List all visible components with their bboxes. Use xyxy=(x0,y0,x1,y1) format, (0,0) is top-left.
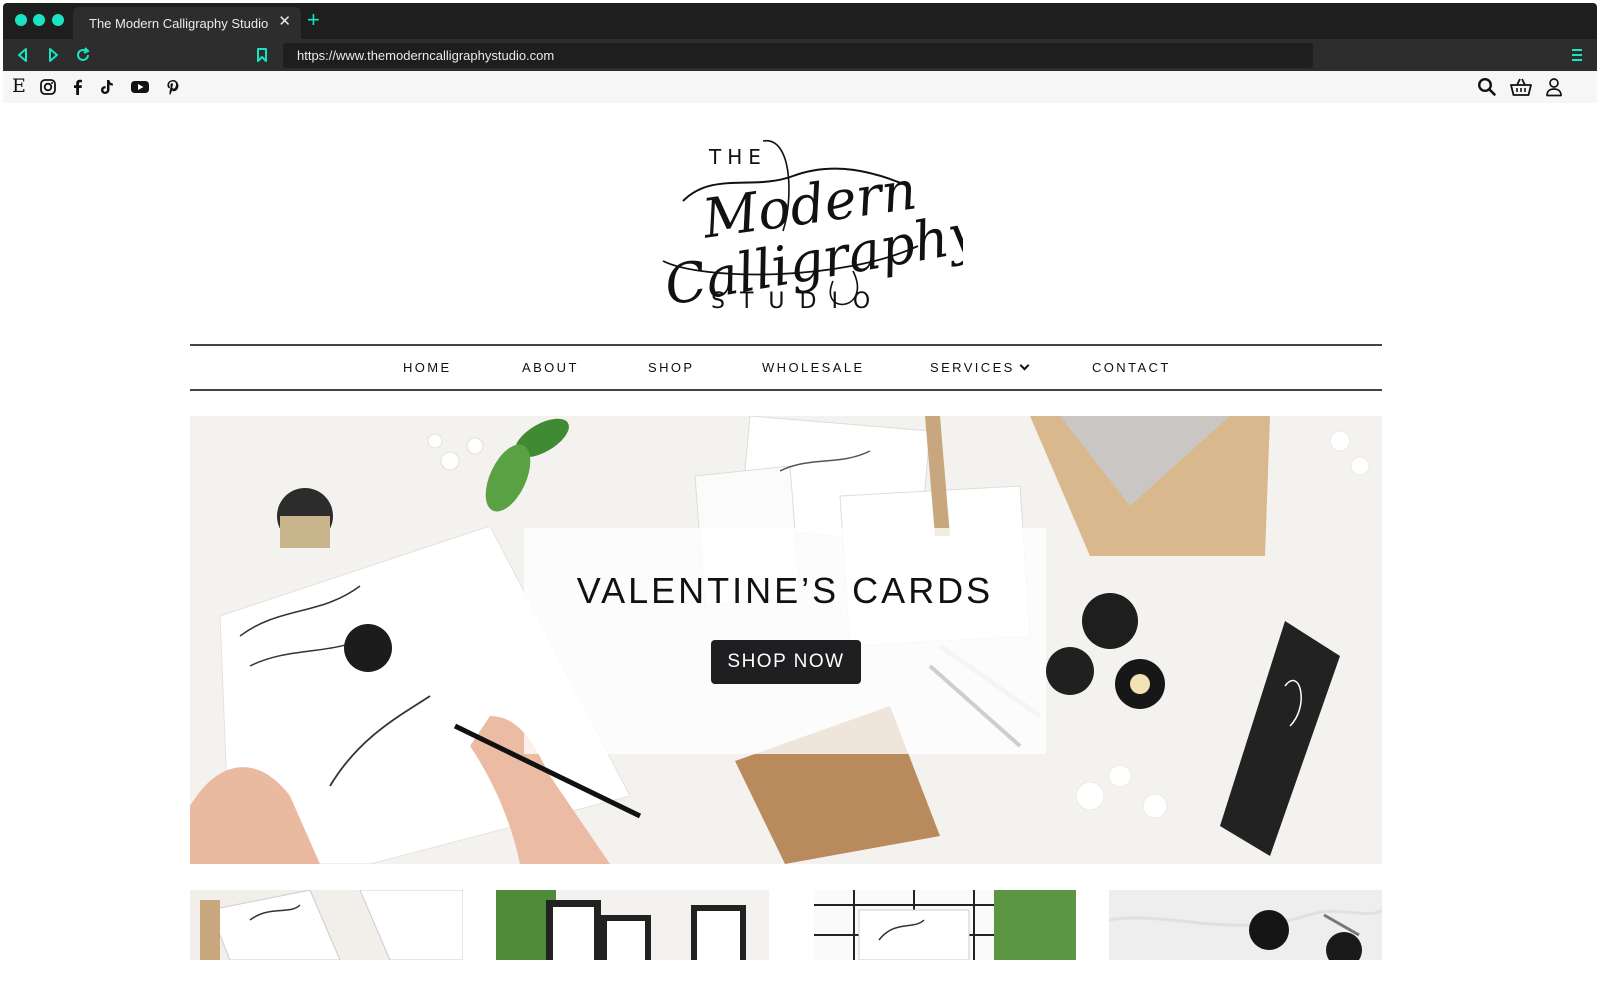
window-close-dot[interactable] xyxy=(15,14,27,26)
nav-services[interactable]: SERVICES xyxy=(930,360,1030,375)
product-image-2 xyxy=(496,890,769,960)
social-utility-bar: E xyxy=(3,71,1597,103)
browser-window: The Modern Calligraphy Studio ✕ + https:… xyxy=(3,3,1597,978)
nav-about[interactable]: ABOUT xyxy=(522,360,579,375)
nav-services-label: SERVICES xyxy=(930,360,1015,375)
product-thumb-1[interactable] xyxy=(190,890,463,960)
product-image-3 xyxy=(814,890,1076,960)
hero-banner[interactable]: VALENTINE’S CARDS SHOP NOW xyxy=(190,416,1382,864)
browser-toolbar: https://www.themoderncalligraphystudio.c… xyxy=(3,39,1597,71)
product-thumb-3[interactable] xyxy=(814,890,1076,960)
product-thumb-4[interactable] xyxy=(1109,890,1382,960)
forward-icon[interactable] xyxy=(44,46,62,64)
window-maximize-dot[interactable] xyxy=(52,14,64,26)
window-minimize-dot[interactable] xyxy=(33,14,45,26)
nav-shop[interactable]: SHOP xyxy=(648,360,694,375)
product-image-4 xyxy=(1109,890,1382,960)
shop-now-button[interactable]: SHOP NOW xyxy=(711,640,861,684)
facebook-icon[interactable] xyxy=(69,78,87,96)
site-logo[interactable]: THE Modern Calligraphy STUDIO xyxy=(643,131,963,321)
product-thumb-2[interactable] xyxy=(496,890,769,960)
basket-icon[interactable] xyxy=(1510,77,1532,97)
tab-close-icon[interactable]: ✕ xyxy=(278,14,291,30)
address-bar[interactable]: https://www.themoderncalligraphystudio.c… xyxy=(283,43,1313,68)
instagram-icon[interactable] xyxy=(39,78,57,96)
pinterest-icon[interactable] xyxy=(164,78,182,96)
browser-tab[interactable]: The Modern Calligraphy Studio ✕ xyxy=(73,7,301,39)
main-navigation: HOME ABOUT SHOP WHOLESALE SERVICES CONTA… xyxy=(190,344,1382,391)
hero-title: VALENTINE’S CARDS xyxy=(576,570,994,611)
browser-tab-bar: The Modern Calligraphy Studio ✕ + xyxy=(3,3,1597,39)
nav-contact[interactable]: CONTACT xyxy=(1092,360,1171,375)
new-tab-icon[interactable]: + xyxy=(307,9,320,31)
tiktok-icon[interactable] xyxy=(98,78,116,96)
nav-home[interactable]: HOME xyxy=(403,360,452,375)
search-icon[interactable] xyxy=(1477,77,1497,97)
chevron-down-icon xyxy=(1019,360,1030,371)
nav-wholesale[interactable]: WHOLESALE xyxy=(762,360,865,375)
account-icon[interactable] xyxy=(1545,77,1563,97)
youtube-icon[interactable] xyxy=(130,78,150,96)
bookmark-icon[interactable] xyxy=(253,46,271,64)
logo-studio-text: STUDIO xyxy=(711,289,886,314)
tab-title: The Modern Calligraphy Studio xyxy=(89,16,269,31)
product-image-1 xyxy=(190,890,463,960)
browser-menu-icon[interactable] xyxy=(1569,47,1585,63)
hero-overlay-panel: VALENTINE’S CARDS SHOP NOW xyxy=(524,528,1046,754)
back-icon[interactable] xyxy=(14,46,32,64)
reload-icon[interactable] xyxy=(74,46,92,64)
etsy-icon[interactable]: E xyxy=(12,76,26,96)
